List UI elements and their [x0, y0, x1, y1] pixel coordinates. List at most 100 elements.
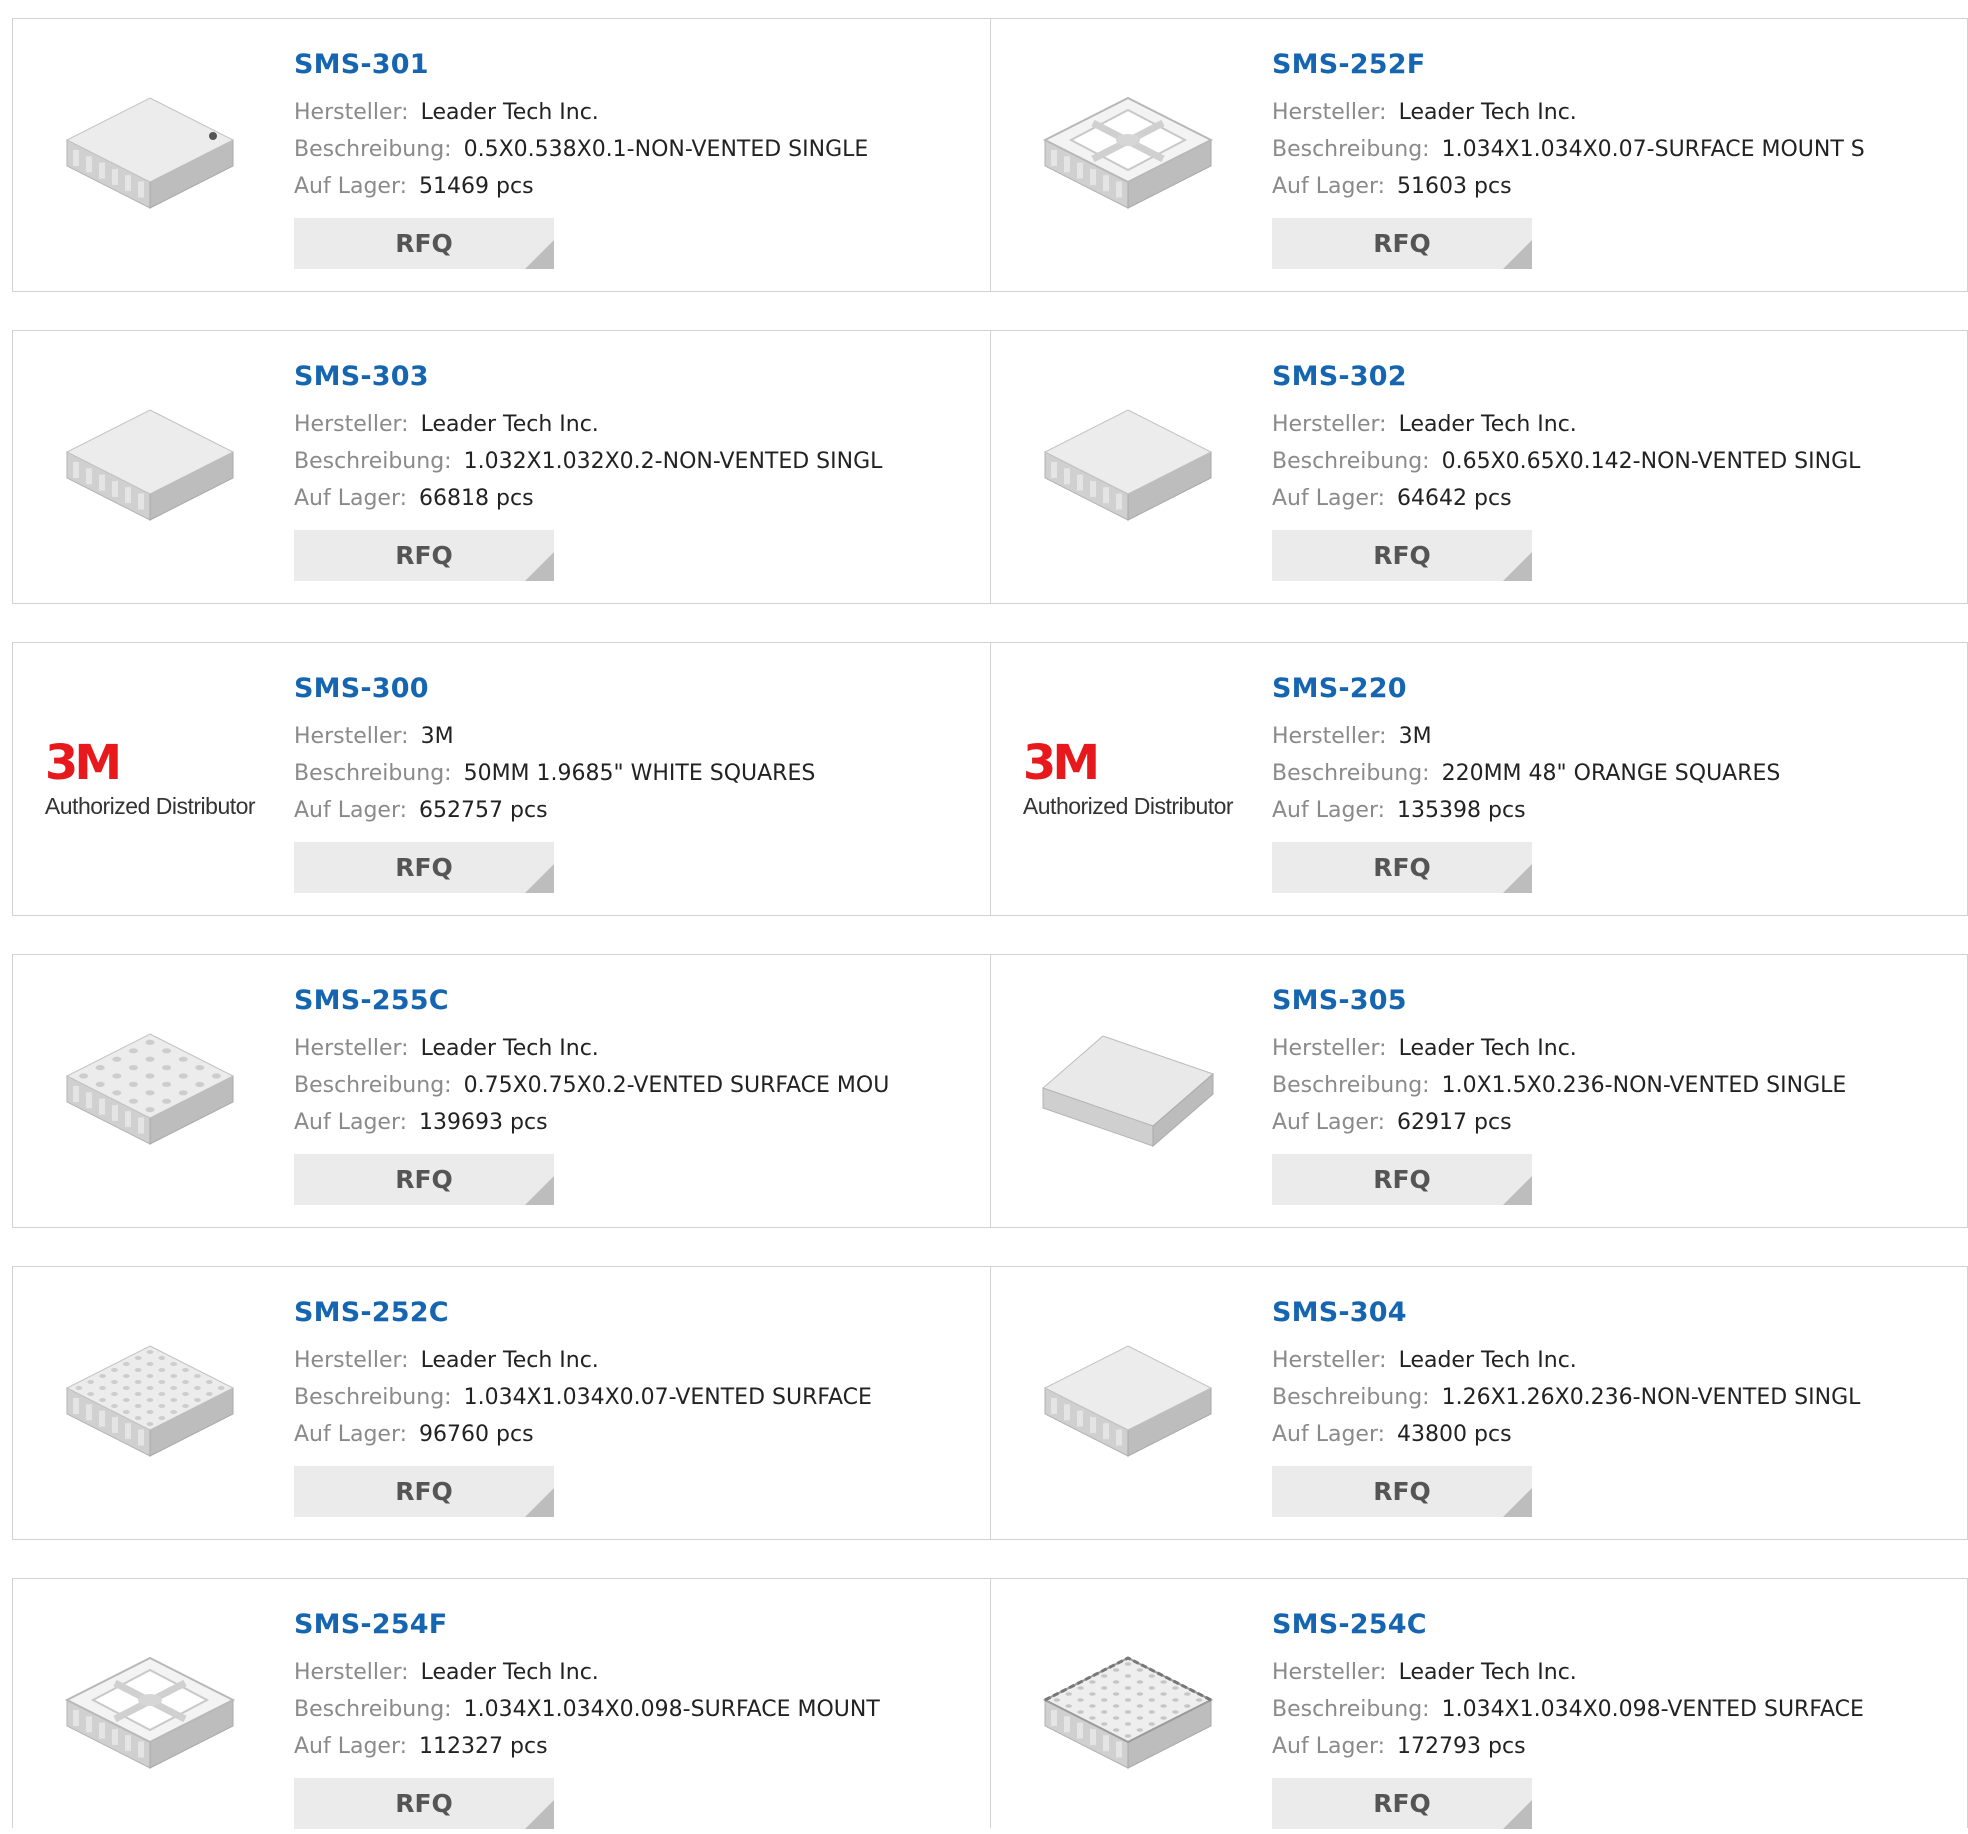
stock-line: Auf Lager: 172793 pcs: [1272, 1728, 1957, 1765]
stock-value: 51603 pcs: [1397, 174, 1512, 199]
product-image[interactable]: [50, 55, 250, 255]
3m-logo: 3M Authorized Distributor: [1023, 739, 1234, 820]
stock-value: 64642 pcs: [1397, 486, 1512, 511]
rfq-button[interactable]: RFQ: [1272, 1778, 1532, 1829]
product-row: SMS-255C Hersteller: Leader Tech Inc. Besch…: [12, 954, 1968, 1228]
product-image[interactable]: [50, 1615, 250, 1815]
manufacturer-line: Hersteller: Leader Tech Inc.: [294, 1342, 980, 1379]
part-number-link[interactable]: SMS-304: [1272, 1297, 1407, 1328]
description-value: 0.65X0.65X0.142-NON-VENTED SINGL: [1441, 449, 1861, 474]
part-number-link[interactable]: SMS-254F: [294, 1609, 447, 1640]
product-row: SMS-252C Hersteller: Leader Tech Inc. Besch…: [12, 1266, 1968, 1540]
stock-label: Auf Lager:: [294, 1734, 408, 1759]
manufacturer-line: Hersteller: Leader Tech Inc.: [294, 406, 980, 443]
manufacturer-label: Hersteller:: [1272, 724, 1387, 749]
product-card: SMS-254F Hersteller: Leader Tech Inc. Besch…: [13, 1579, 990, 1829]
3m-logo: 3M Authorized Distributor: [44, 734, 256, 820]
rfq-label: RFQ: [1373, 229, 1431, 258]
stock-line: Auf Lager: 64642 pcs: [1272, 480, 1957, 517]
stock-line: Auf Lager: 139693 pcs: [294, 1104, 980, 1141]
product-info: SMS-302 Hersteller: Leader Tech Inc. Beschr…: [1272, 361, 1957, 581]
manufacturer-value: Leader Tech Inc.: [1398, 100, 1577, 125]
rfq-button[interactable]: RFQ: [1272, 218, 1532, 269]
manufacturer-line: Hersteller: Leader Tech Inc.: [294, 94, 980, 131]
brand-logo-text: 3M: [44, 734, 122, 791]
part-number-link[interactable]: SMS-301: [294, 49, 429, 80]
manufacturer-label: Hersteller:: [294, 1348, 409, 1373]
description-label: Beschreibung:: [1272, 137, 1430, 162]
manufacturer-line: Hersteller: Leader Tech Inc.: [1272, 1342, 1957, 1379]
description-line: Beschreibung: 1.034X1.034X0.098-SURFACE M…: [294, 1691, 980, 1728]
product-image[interactable]: [1028, 55, 1228, 255]
manufacturer-line: Hersteller: 3M: [294, 718, 980, 755]
product-image[interactable]: 3M Authorized Distributor: [1023, 679, 1234, 879]
manufacturer-label: Hersteller:: [294, 100, 409, 125]
product-card: 3M Authorized Distributor SMS-220 Herstelle…: [990, 643, 1967, 915]
part-number-link[interactable]: SMS-305: [1272, 985, 1407, 1016]
stock-value: 172793 pcs: [1397, 1734, 1526, 1759]
part-number-link[interactable]: SMS-303: [294, 361, 429, 392]
part-number-link[interactable]: SMS-254C: [1272, 1609, 1427, 1640]
description-value: 1.034X1.034X0.07-VENTED SURFACE: [463, 1385, 872, 1410]
manufacturer-line: Hersteller: Leader Tech Inc.: [1272, 406, 1957, 443]
product-image[interactable]: 3M Authorized Distributor: [45, 679, 256, 879]
manufacturer-label: Hersteller:: [1272, 100, 1387, 125]
product-image[interactable]: [1028, 1303, 1228, 1503]
description-line: Beschreibung: 1.034X1.034X0.098-VENTED SU…: [1272, 1691, 1957, 1728]
stock-line: Auf Lager: 135398 pcs: [1272, 792, 1957, 829]
rfq-button[interactable]: RFQ: [1272, 842, 1532, 893]
product-image[interactable]: [50, 991, 250, 1191]
part-number-link[interactable]: SMS-220: [1272, 673, 1407, 704]
manufacturer-value: 3M: [420, 724, 454, 749]
corner-decoration: [1503, 864, 1532, 893]
manufacturer-label: Hersteller:: [1272, 1348, 1387, 1373]
rfq-button[interactable]: RFQ: [294, 1778, 554, 1829]
rfq-label: RFQ: [1373, 1477, 1431, 1506]
product-row: SMS-254F Hersteller: Leader Tech Inc. Besch…: [12, 1578, 1968, 1829]
description-line: Beschreibung: 1.034X1.034X0.07-VENTED SUR…: [294, 1379, 980, 1416]
rfq-button[interactable]: RFQ: [294, 530, 554, 581]
stock-label: Auf Lager:: [294, 1110, 408, 1135]
corner-decoration: [525, 552, 554, 581]
rfq-button[interactable]: RFQ: [294, 842, 554, 893]
rfq-button[interactable]: RFQ: [1272, 530, 1532, 581]
stock-value: 135398 pcs: [1397, 798, 1526, 823]
manufacturer-line: Hersteller: Leader Tech Inc.: [1272, 1030, 1957, 1067]
stock-label: Auf Lager:: [294, 174, 408, 199]
stock-value: 96760 pcs: [419, 1422, 534, 1447]
description-label: Beschreibung:: [294, 1073, 452, 1098]
part-number-link[interactable]: SMS-302: [1272, 361, 1407, 392]
manufacturer-value: Leader Tech Inc.: [1398, 1036, 1577, 1061]
rfq-button[interactable]: RFQ: [294, 1466, 554, 1517]
rfq-button[interactable]: RFQ: [1272, 1154, 1532, 1205]
product-grid: SMS-301 Hersteller: Leader Tech Inc. Beschr…: [0, 0, 1968, 1834]
rfq-label: RFQ: [395, 1789, 453, 1818]
description-value: 1.034X1.034X0.098-VENTED SURFACE: [1441, 1697, 1864, 1722]
rfq-button[interactable]: RFQ: [294, 218, 554, 269]
manufacturer-value: Leader Tech Inc.: [420, 1348, 599, 1373]
part-number-link[interactable]: SMS-255C: [294, 985, 449, 1016]
part-number-link[interactable]: SMS-252F: [1272, 49, 1425, 80]
product-image[interactable]: [1028, 991, 1228, 1191]
description-value: 1.26X1.26X0.236-NON-VENTED SINGL: [1441, 1385, 1861, 1410]
product-card: 3M Authorized Distributor SMS-300 Herstelle…: [13, 643, 990, 915]
product-image[interactable]: [1028, 1615, 1228, 1815]
manufacturer-line: Hersteller: Leader Tech Inc.: [294, 1654, 980, 1691]
description-label: Beschreibung:: [1272, 1697, 1430, 1722]
rfq-button[interactable]: RFQ: [1272, 1466, 1532, 1517]
manufacturer-value: Leader Tech Inc.: [420, 412, 599, 437]
part-number-link[interactable]: SMS-252C: [294, 1297, 449, 1328]
rfq-button[interactable]: RFQ: [294, 1154, 554, 1205]
product-image[interactable]: [50, 1303, 250, 1503]
description-line: Beschreibung: 220MM 48" ORANGE SQUARES: [1272, 755, 1957, 792]
corner-decoration: [1503, 552, 1532, 581]
rfq-label: RFQ: [395, 853, 453, 882]
stock-label: Auf Lager:: [1272, 1734, 1386, 1759]
product-image[interactable]: [50, 367, 250, 567]
product-info: SMS-254C Hersteller: Leader Tech Inc. Besch…: [1272, 1609, 1957, 1829]
product-card: SMS-252C Hersteller: Leader Tech Inc. Besch…: [13, 1267, 990, 1539]
part-number-link[interactable]: SMS-300: [294, 673, 429, 704]
product-image[interactable]: [1028, 367, 1228, 567]
manufacturer-label: Hersteller:: [1272, 412, 1387, 437]
manufacturer-label: Hersteller:: [1272, 1036, 1387, 1061]
